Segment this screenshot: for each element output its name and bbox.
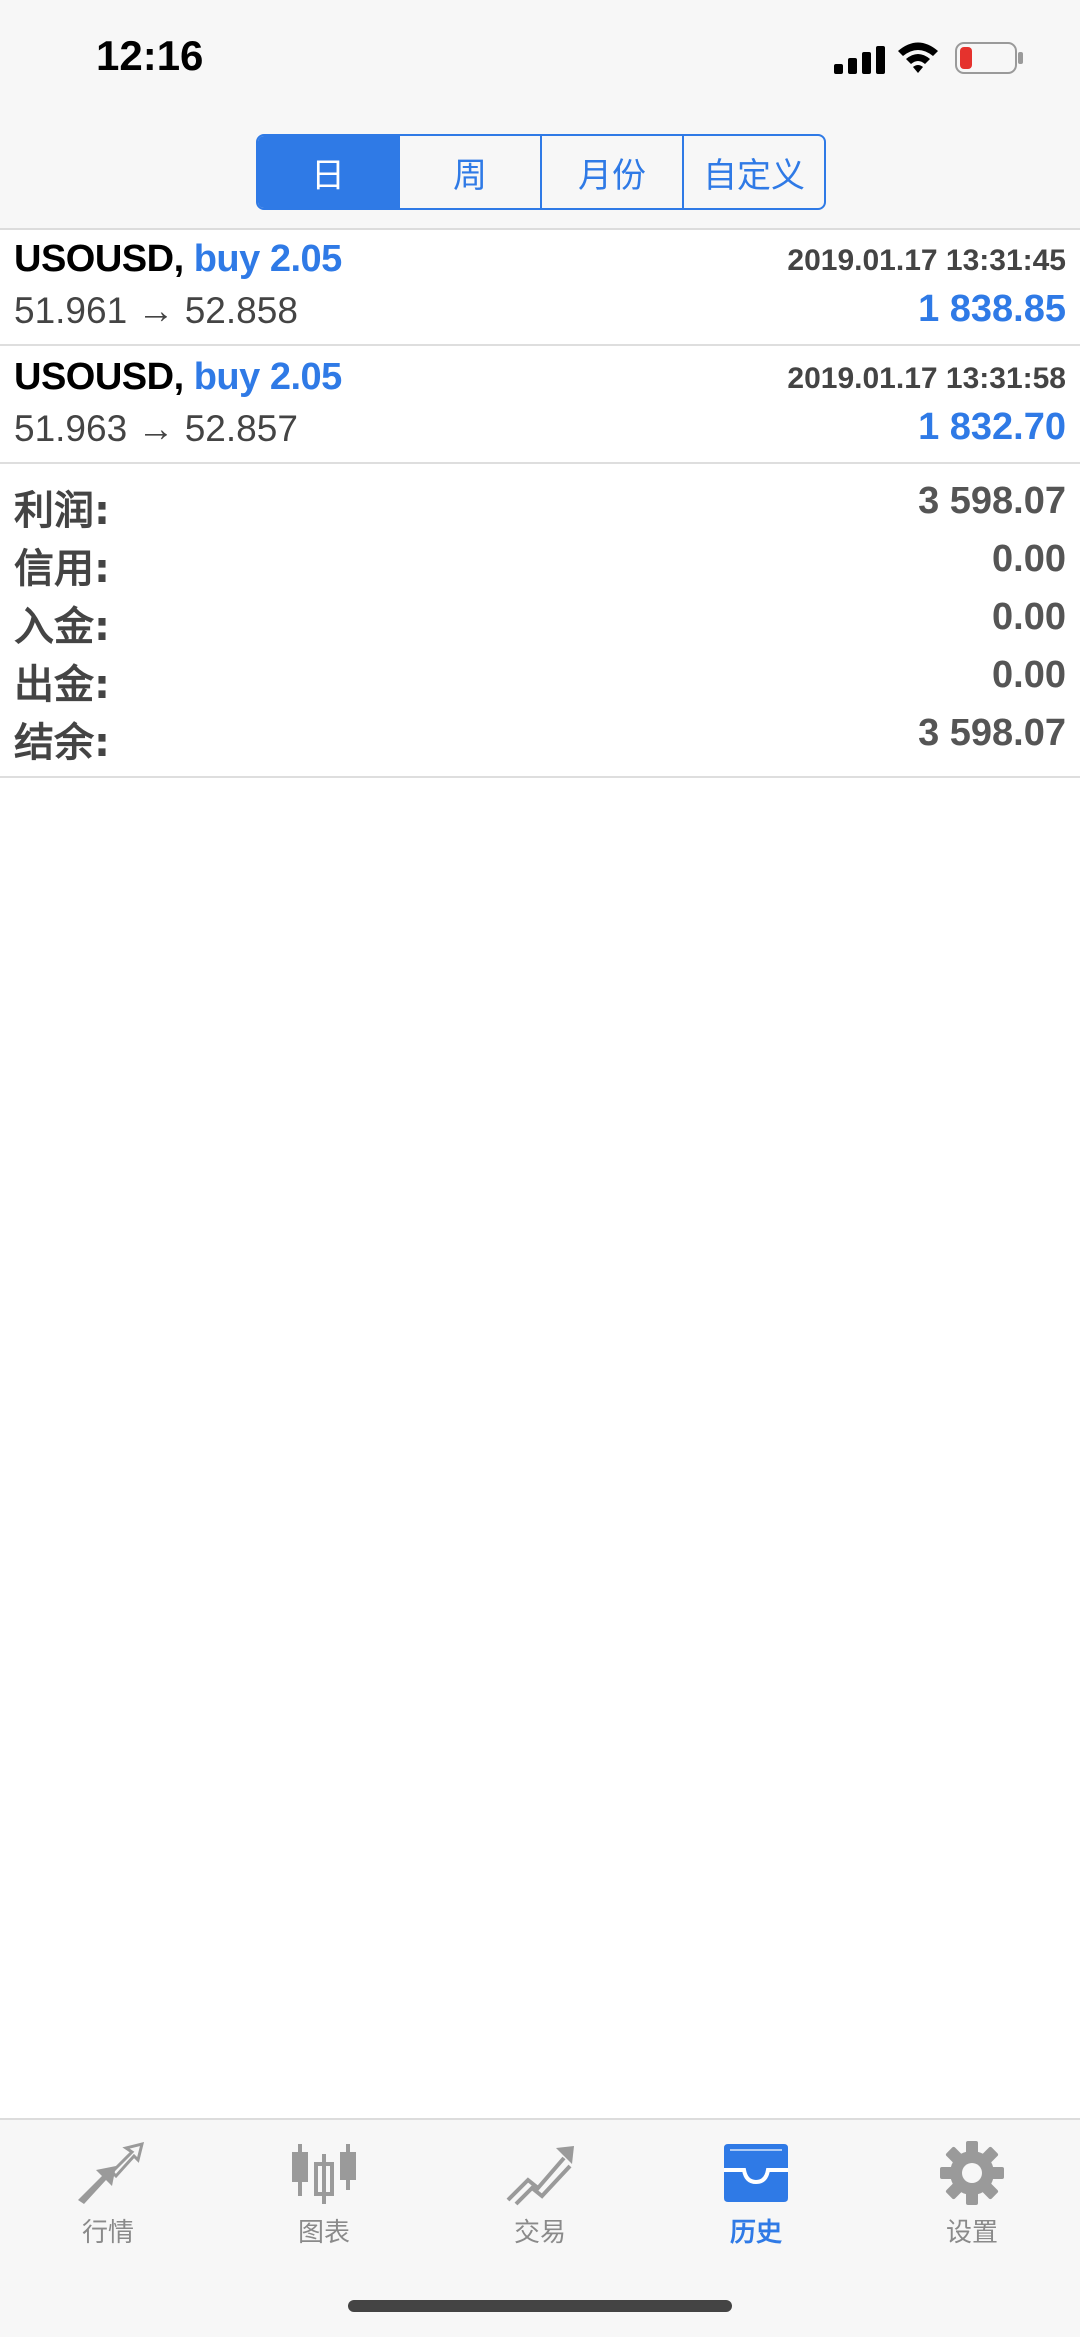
segment-day[interactable]: 日 [258, 136, 400, 208]
summary-section: 利润: 3 598.07 信用: 0.00 入金: 0.00 出金: 0.00 … [0, 466, 1080, 778]
tab-quotes[interactable]: 行情 [28, 2140, 188, 2260]
trade-icon [506, 2146, 574, 2206]
summary-label: 结余: [14, 720, 110, 766]
trade-symbol: USOUSD, buy 2.05 [14, 238, 343, 280]
summary-value: 0.00 [992, 596, 1066, 638]
tab-label: 行情 [81, 2218, 134, 2248]
tab-label: 历史 [729, 2218, 782, 2248]
tab-trade[interactable]: 交易 [460, 2140, 620, 2260]
history-icon [724, 2144, 788, 2202]
cellular-signal-icon [834, 46, 885, 74]
status-bar: 12:16 [0, 0, 1080, 120]
trade-symbol: USOUSD, buy 2.05 [14, 356, 343, 398]
trade-action: buy 2.05 [193, 238, 343, 280]
summary-label: 入金: [14, 604, 110, 650]
segment-week[interactable]: 周 [400, 136, 542, 208]
tab-history[interactable]: 历史 [676, 2140, 836, 2260]
trade-prices: 51.961 → 52.858 [14, 290, 298, 331]
summary-value: 3 598.07 [918, 712, 1066, 754]
header: 12:16 日 周 月份 自定义 [0, 0, 1080, 230]
summary-value: 0.00 [992, 538, 1066, 580]
tab-label: 设置 [945, 2218, 998, 2248]
segment-month[interactable]: 月份 [542, 136, 684, 208]
tab-chart[interactable]: 图表 [244, 2140, 404, 2260]
period-segmented-control: 日 周 月份 自定义 [256, 134, 826, 210]
status-time: 12:16 [96, 32, 204, 79]
trade-profit: 1 832.70 [918, 406, 1066, 448]
tab-settings[interactable]: 设置 [892, 2140, 1052, 2260]
summary-row-deposit: 入金: 0.00 [0, 590, 1080, 650]
summary-label: 利润: [14, 488, 110, 534]
chart-icon [292, 2144, 356, 2204]
trade-row[interactable]: USOUSD, buy 2.05 2019.01.17 13:31:45 51.… [0, 230, 1080, 346]
trade-action: buy 2.05 [193, 356, 343, 398]
home-indicator[interactable] [348, 2300, 732, 2312]
summary-label: 出金: [14, 662, 110, 708]
summary-row-withdrawal: 出金: 0.00 [0, 648, 1080, 708]
tab-label: 图表 [297, 2218, 350, 2248]
summary-row-balance: 结余: 3 598.07 [0, 706, 1080, 766]
tab-label: 交易 [513, 2218, 566, 2248]
trade-timestamp: 2019.01.17 13:31:58 [787, 362, 1066, 395]
summary-row-profit: 利润: 3 598.07 [0, 474, 1080, 534]
trade-timestamp: 2019.01.17 13:31:45 [787, 244, 1066, 277]
settings-icon [940, 2141, 1004, 2205]
trade-row[interactable]: USOUSD, buy 2.05 2019.01.17 13:31:58 51.… [0, 348, 1080, 464]
summary-row-credit: 信用: 0.00 [0, 532, 1080, 592]
wifi-icon [898, 42, 938, 73]
battery-low-icon [955, 42, 1023, 74]
segment-custom[interactable]: 自定义 [684, 136, 824, 208]
trade-profit: 1 838.85 [918, 288, 1066, 330]
summary-value: 0.00 [992, 654, 1066, 696]
trade-prices: 51.963 → 52.857 [14, 408, 298, 449]
summary-value: 3 598.07 [918, 480, 1066, 522]
quotes-icon [78, 2141, 144, 2204]
summary-label: 信用: [14, 546, 110, 592]
